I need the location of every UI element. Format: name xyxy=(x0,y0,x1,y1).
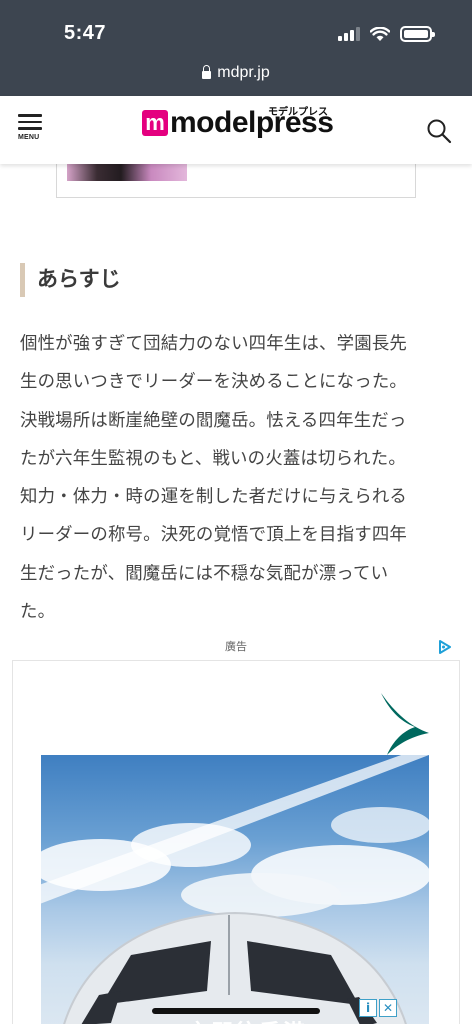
hamburger-icon-bar xyxy=(18,127,42,130)
synopsis-line: リーダーの称号。決死の覚悟で頂上を目指す四年 xyxy=(20,525,407,546)
site-logo[interactable]: モデルプレス m modelpress xyxy=(142,107,334,138)
menu-button[interactable]: MENU xyxy=(18,114,46,144)
ad-banner[interactable]: i ✕ 一言即往香港 xyxy=(12,660,460,1024)
url-text: mdpr.jp xyxy=(217,64,270,81)
synopsis-line: た。 xyxy=(20,602,56,623)
status-time: 5:47 xyxy=(64,22,107,44)
synopsis-line: 知力・体力・時の運を制した者だけに与えられる xyxy=(20,487,407,508)
logo-mark: m xyxy=(142,110,168,136)
status-icons xyxy=(338,26,435,42)
ad-label: 廣告 xyxy=(225,640,247,653)
lock-icon xyxy=(202,65,212,79)
section-heading: あらすじ xyxy=(20,263,121,297)
search-icon[interactable] xyxy=(426,118,452,144)
synopsis-line: 生だったが、閻魔岳には不穏な気配が漂ってい xyxy=(20,563,389,584)
adchoices-icon[interactable] xyxy=(438,640,452,654)
ad-image[interactable]: i ✕ 一言即往香港 xyxy=(41,755,429,1024)
airplane-illustration xyxy=(41,755,429,1024)
browser-chrome: 5:47 mdpr.jp xyxy=(0,0,472,96)
synopsis-text: 個性が強すぎて団結力のない四年生は、学園長先 生の思いつきでリーダーを決めること… xyxy=(20,325,452,631)
site-header: MENU モデルプレス m modelpress xyxy=(0,96,472,164)
synopsis-line: たが六年生監視のもと、戦いの火蓋は切られた。 xyxy=(20,448,406,469)
synopsis-line: 個性が強すぎて団結力のない四年生は、学園長先 xyxy=(20,334,407,354)
hamburger-icon-bar xyxy=(18,120,42,123)
home-indicator[interactable] xyxy=(152,1008,320,1014)
card-thumbnail xyxy=(67,164,187,181)
airline-logo-icon xyxy=(381,693,429,755)
cellular-signal-icon xyxy=(338,27,360,41)
synopsis-line: 決戦場所は断崖絶壁の閻魔岳。怯える四年生だっ xyxy=(20,410,407,431)
previous-content-card[interactable] xyxy=(56,164,416,198)
synopsis-line: 生の思いつきでリーダーを決めることになった。 xyxy=(20,372,407,393)
url-bar[interactable]: mdpr.jp xyxy=(0,64,472,82)
ad-headline: 一言即往香港 xyxy=(41,1015,429,1024)
menu-label: MENU xyxy=(18,133,40,141)
wifi-icon xyxy=(370,26,390,41)
hamburger-icon xyxy=(18,114,42,117)
logo-kana: モデルプレス xyxy=(268,107,328,118)
battery-icon xyxy=(400,26,435,42)
